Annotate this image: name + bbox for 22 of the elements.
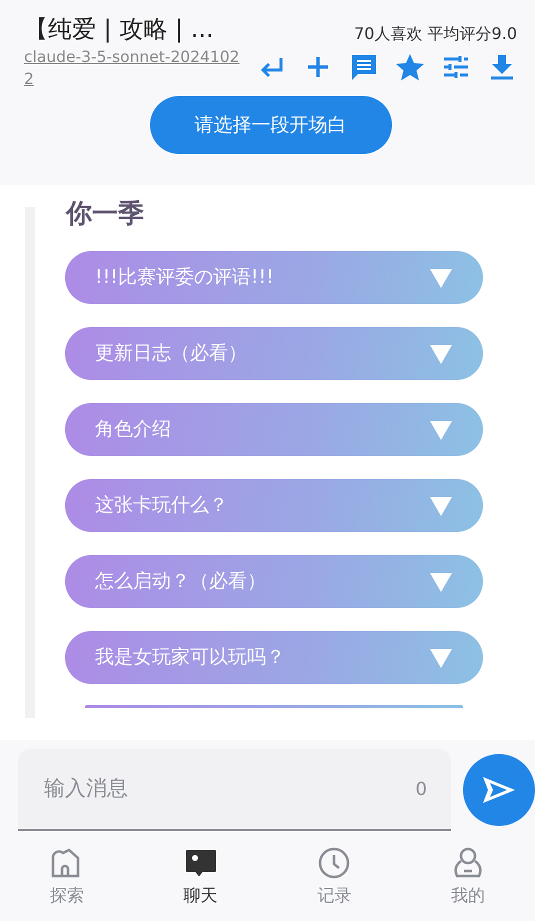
nav-tab[interactable]: 记录 [268, 840, 402, 921]
message-input[interactable]: 输入消息 [42, 772, 416, 806]
send-icon [481, 775, 517, 805]
accordion-item[interactable]: 更新日志（必看） [65, 327, 483, 380]
accordion-item[interactable]: !!!比赛评委の评语!!! [65, 251, 483, 304]
character-count: 0 [416, 778, 427, 802]
accordion-item[interactable]: 我是女玩家可以玩吗？ [65, 631, 483, 684]
card-title: 【纯爱 | 攻略 | ... [24, 14, 215, 45]
section-heading: 你一季 [66, 199, 145, 229]
nav-tab[interactable]: 探索 [0, 840, 134, 921]
nav-tab[interactable]: 聊天 [134, 840, 268, 921]
nav-tab[interactable]: 我的 [401, 840, 535, 921]
comment-icon[interactable] [349, 52, 379, 82]
model-link[interactable]: claude-3-5-sonnet-20241022 [24, 46, 246, 90]
clock-icon [317, 846, 352, 880]
opening-line-button[interactable]: 请选择一段开场白 [150, 96, 392, 154]
accordion-item[interactable]: 角色介绍 [65, 403, 483, 456]
message-field[interactable]: 输入消息 0 [18, 749, 451, 831]
accordion-item[interactable]: 这张卡玩什么？ [65, 479, 483, 532]
accordion-item[interactable]: 怎么启动？（必看） [65, 555, 483, 608]
rating-stats: 70人喜欢 平均评分9.0 [354, 23, 517, 45]
star-icon[interactable] [395, 52, 425, 82]
